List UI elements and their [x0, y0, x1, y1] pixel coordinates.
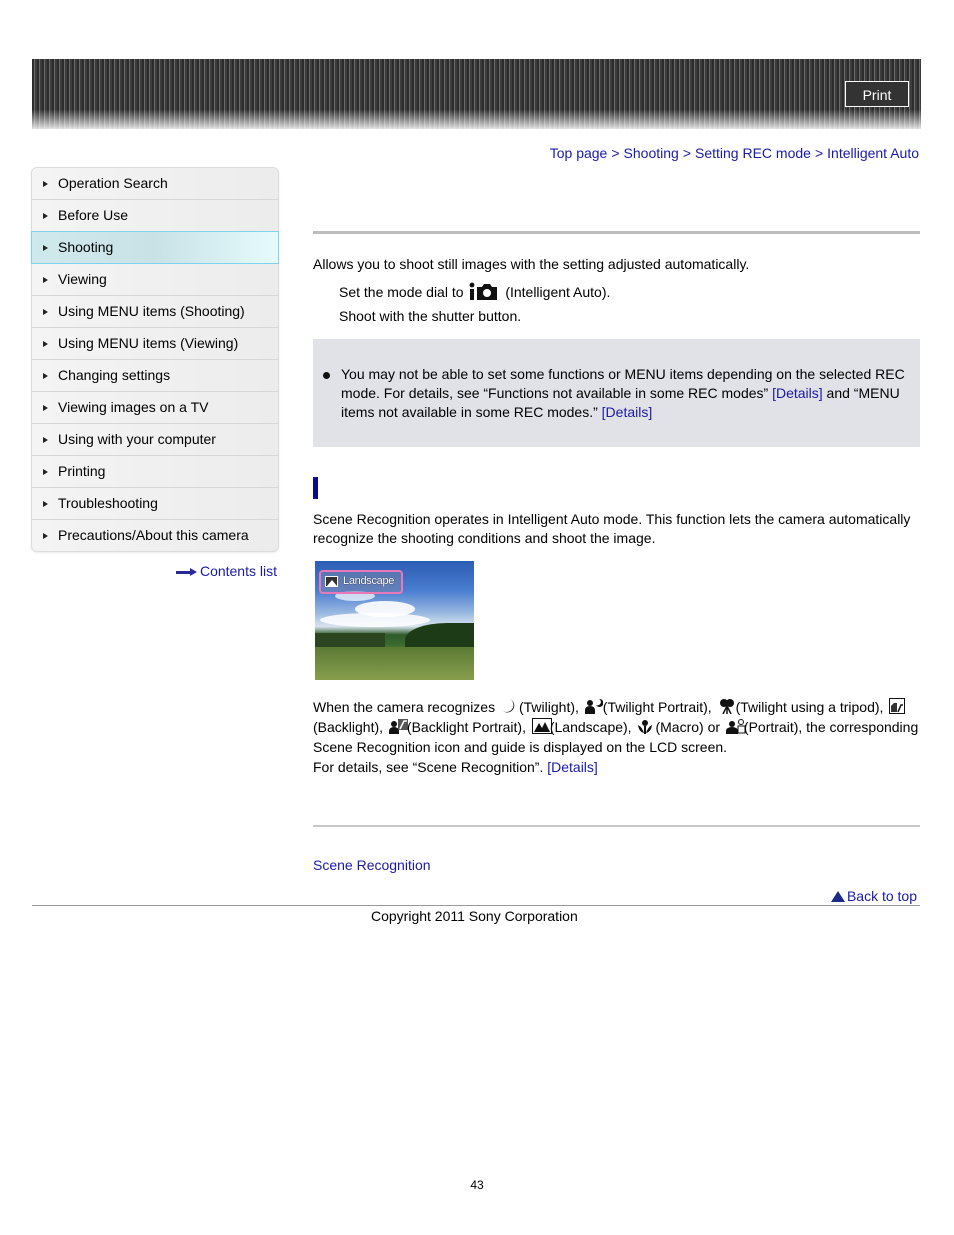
- landscape-icon: [325, 576, 338, 587]
- triangle-right-icon: [43, 213, 48, 219]
- sidebar-item-label: Viewing: [58, 271, 107, 287]
- breadcrumb-separator: >: [611, 145, 620, 161]
- sidebar-item-label: Using with your computer: [58, 431, 216, 447]
- triangle-right-icon: [43, 437, 48, 443]
- triangle-right-icon: [43, 277, 48, 283]
- sidebar-item-changing-settings[interactable]: Changing settings: [32, 360, 278, 392]
- macro-label: (Macro) or: [655, 719, 721, 735]
- backlight-portrait-icon: [388, 718, 408, 734]
- landscape-icon: [531, 718, 552, 734]
- sidebar-item-label: Troubleshooting: [58, 495, 158, 511]
- triangle-right-icon: [43, 245, 48, 251]
- sidebar-nav: Operation Search Before Use Shooting Vie…: [31, 167, 279, 552]
- recognize-lead: When the camera recognizes: [313, 699, 496, 715]
- related-scene-recognition-link[interactable]: Scene Recognition: [313, 857, 431, 873]
- backlight-portrait-label: (Backlight Portrait),: [406, 719, 526, 735]
- twilight-tripod-icon: [718, 698, 734, 715]
- sidebar-item-label: Viewing images on a TV: [58, 399, 209, 415]
- sidebar-item-computer[interactable]: Using with your computer: [32, 424, 278, 456]
- step-2: Shoot with the shutter button.: [339, 308, 522, 324]
- scene-label-overlay: Landscape: [319, 570, 403, 594]
- sidebar-item-label: Printing: [58, 463, 106, 479]
- sidebar-item-label: Precautions/About this camera: [58, 527, 249, 543]
- landscape-label: (Landscape),: [549, 719, 632, 735]
- triangle-right-icon: [43, 501, 48, 507]
- sidebar-item-menu-shooting[interactable]: Using MENU items (Shooting): [32, 296, 278, 328]
- breadcrumb-top-page[interactable]: Top page: [550, 145, 608, 161]
- landscape-example-image: Landscape: [315, 561, 474, 680]
- sidebar-item-menu-viewing[interactable]: Using MENU items (Viewing): [32, 328, 278, 360]
- triangle-right-icon: [43, 373, 48, 379]
- twilight-label: (Twilight),: [518, 699, 579, 715]
- portrait-label: (Portrait), the: [743, 719, 826, 735]
- backlight-icon: [889, 698, 906, 714]
- triangle-right-icon: [43, 469, 48, 475]
- contents-list-link[interactable]: Contents list: [175, 563, 277, 579]
- footer-divider: [32, 905, 920, 906]
- related-divider: [313, 825, 920, 827]
- title-divider: [313, 231, 920, 234]
- sidebar-item-label: Shooting: [58, 239, 114, 255]
- breadcrumb: Top page > Shooting > Setting REC mode > Intel…: [550, 145, 919, 161]
- sidebar-item-troubleshooting[interactable]: Troubleshooting: [32, 488, 278, 520]
- triangle-right-icon: [43, 309, 48, 315]
- step-1: Set the mode dial to (Intelligent Auto).: [339, 282, 610, 303]
- back-to-top-label: Back to top: [846, 888, 917, 904]
- section-heading-marker: [313, 477, 318, 499]
- step-1-text: Set the mode dial to: [339, 284, 464, 300]
- note-text: You may not be able to set some function…: [341, 365, 913, 422]
- sidebar-item-label: Using MENU items (Shooting): [58, 303, 245, 319]
- print-button[interactable]: Print: [845, 81, 909, 107]
- details-link[interactable]: [Details]: [602, 404, 653, 420]
- copyright-text: Copyright 2011 Sony Corporation: [371, 908, 578, 924]
- scene-recognition-description: Scene Recognition operates in Intelligen…: [313, 511, 911, 546]
- twilight-icon: [501, 698, 517, 714]
- triangle-up-icon: [830, 891, 845, 902]
- breadcrumb-shooting[interactable]: Shooting: [624, 145, 679, 161]
- scene-label-text: Landscape: [343, 575, 395, 587]
- page-number: 43: [470, 1178, 484, 1192]
- portrait-icon: [725, 718, 746, 734]
- intro-text: Allows you to shoot still images with th…: [313, 256, 750, 272]
- sidebar-item-precautions[interactable]: Precautions/About this camera: [32, 520, 278, 551]
- sidebar-item-shooting[interactable]: Shooting: [31, 231, 279, 264]
- breadcrumb-separator: >: [682, 145, 691, 161]
- breadcrumb-separator: >: [814, 145, 824, 161]
- sidebar-item-printing[interactable]: Printing: [32, 456, 278, 488]
- sidebar-item-viewing-tv[interactable]: Viewing images on a TV: [32, 392, 278, 424]
- triangle-right-icon: [43, 341, 48, 347]
- sidebar-item-before-use[interactable]: Before Use: [32, 200, 278, 232]
- details-link[interactable]: [Details]: [772, 385, 823, 401]
- twilight-portrait-label: (Twilight Portrait),: [602, 699, 712, 715]
- details-link[interactable]: [Details]: [547, 759, 598, 775]
- triangle-right-icon: [43, 533, 48, 539]
- backlight-label: (Backlight),: [313, 719, 384, 735]
- scene-modes-paragraph: When the camera recognizes (Twilight), (…: [313, 697, 920, 777]
- breadcrumb-intelligent-auto[interactable]: Intelligent Auto: [827, 145, 919, 161]
- contents-list-label: Contents list: [199, 563, 277, 579]
- header-banner: Print: [32, 59, 921, 129]
- triangle-right-icon: [43, 405, 48, 411]
- twilight-tripod-label: (Twilight using a tripod),: [735, 699, 884, 715]
- bullet-icon: [323, 372, 330, 379]
- arrow-right-icon: [175, 568, 198, 577]
- sidebar-item-operation-search[interactable]: Operation Search: [32, 168, 278, 200]
- twilight-portrait-icon: [584, 698, 604, 714]
- sidebar-item-label: Using MENU items (Viewing): [58, 335, 239, 351]
- sidebar-item-label: Changing settings: [58, 367, 171, 383]
- recognize-details-prefix: For details, see “Scene Recognition”.: [313, 759, 544, 775]
- macro-icon: [637, 718, 653, 734]
- intelligent-auto-icon: [469, 282, 498, 303]
- note-box: You may not be able to set some function…: [313, 339, 920, 447]
- back-to-top-link[interactable]: Back to top: [830, 888, 917, 904]
- sidebar-item-viewing[interactable]: Viewing: [32, 264, 278, 296]
- step-1-suffix: (Intelligent Auto).: [505, 284, 611, 300]
- breadcrumb-setting-rec-mode[interactable]: Setting REC mode: [695, 145, 811, 161]
- triangle-right-icon: [43, 181, 48, 187]
- sidebar-item-label: Before Use: [58, 207, 129, 223]
- sidebar-item-label: Operation Search: [58, 175, 168, 191]
